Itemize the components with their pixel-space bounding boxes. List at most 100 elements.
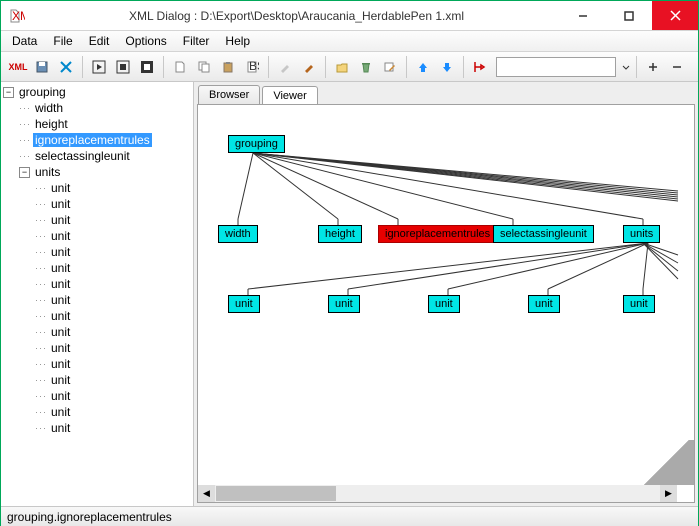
separator (268, 56, 269, 78)
tree-item-label: unit (49, 341, 72, 355)
graph-node[interactable]: unit (328, 295, 360, 313)
tree-branch-icon: ··· (35, 199, 47, 209)
brush-icon[interactable] (298, 56, 320, 78)
plus-icon[interactable] (642, 56, 664, 78)
minimize-button[interactable] (560, 1, 606, 30)
tree-branch-icon: ··· (35, 391, 47, 401)
tree-branch-icon: ··· (19, 151, 31, 161)
scroll-thumb[interactable] (216, 486, 336, 501)
tree-item[interactable]: ···unit (3, 340, 191, 356)
tree-item-label: width (33, 101, 65, 115)
delete-icon[interactable] (55, 56, 77, 78)
collapse-icon[interactable] (136, 56, 158, 78)
tree-item[interactable]: ···unit (3, 276, 191, 292)
menu-filter[interactable]: Filter (176, 32, 217, 50)
menu-bar: Data File Edit Options Filter Help (1, 31, 698, 52)
window-title: XML Dialog : D:\Export\Desktop\Araucania… (33, 9, 560, 23)
tree-item-label: unit (49, 277, 72, 291)
graph-node[interactable]: unit (428, 295, 460, 313)
tree-item[interactable]: ···unit (3, 356, 191, 372)
graph-canvas[interactable]: grouping width height ignoreplacementruless… (197, 104, 695, 503)
tree-item[interactable]: ···unit (3, 244, 191, 260)
window-buttons (560, 1, 698, 30)
search-combo[interactable] (496, 57, 616, 77)
content-area: − grouping ···width···height···ignorepla… (1, 82, 698, 506)
expand-icon[interactable] (112, 56, 134, 78)
tree-branch-icon: ··· (35, 279, 47, 289)
graph-node[interactable]: width (218, 225, 258, 243)
tree-item[interactable]: ···unit (3, 196, 191, 212)
tree-item[interactable]: ···unit (3, 180, 191, 196)
close-button[interactable] (652, 1, 698, 30)
tree-units[interactable]: − units (3, 164, 191, 180)
menu-file[interactable]: File (46, 32, 79, 50)
graph-node[interactable]: unit (623, 295, 655, 313)
copy-icon[interactable] (193, 56, 215, 78)
cursor-jump-icon[interactable] (469, 56, 491, 78)
menu-data[interactable]: Data (5, 32, 44, 50)
tree-item-label: unit (49, 421, 72, 435)
tree-item-label: unit (49, 325, 72, 339)
graph-node[interactable]: units (623, 225, 660, 243)
tree-item-label: selectassingleunit (33, 149, 132, 163)
tree-item[interactable]: ···unit (3, 212, 191, 228)
trash-icon[interactable] (355, 56, 377, 78)
tree-item-label: unit (49, 213, 72, 227)
tab-browser[interactable]: Browser (198, 85, 260, 104)
xml-button[interactable]: XML (7, 56, 29, 78)
play-icon[interactable] (88, 56, 110, 78)
horizontal-scrollbar[interactable]: ◀ ▶ (198, 485, 677, 502)
scroll-right-icon[interactable]: ▶ (660, 485, 677, 502)
arrow-up-icon[interactable] (412, 56, 434, 78)
tree-item[interactable]: ···unit (3, 372, 191, 388)
tree-item[interactable]: ···unit (3, 404, 191, 420)
tree-item[interactable]: ···unit (3, 292, 191, 308)
minus-icon[interactable] (666, 56, 688, 78)
graph-node[interactable]: ignoreplacementrules (378, 225, 497, 243)
tree-item-label: unit (49, 309, 72, 323)
tree-item[interactable]: ···width (3, 100, 191, 116)
separator (163, 56, 164, 78)
tree-root[interactable]: − grouping (3, 84, 191, 100)
brush-dim-icon[interactable] (274, 56, 296, 78)
tree-item[interactable]: ···unit (3, 388, 191, 404)
collapse-minus-icon[interactable]: − (3, 87, 14, 98)
tab-strip: Browser Viewer (194, 82, 698, 104)
folder-icon[interactable] (331, 56, 353, 78)
menu-options[interactable]: Options (118, 32, 173, 50)
paste-icon[interactable] (217, 56, 239, 78)
tree-item[interactable]: ···unit (3, 228, 191, 244)
page-icon[interactable]: BS (241, 56, 263, 78)
tree-branch-icon: ··· (35, 407, 47, 417)
tree-item-label: unit (49, 229, 72, 243)
maximize-button[interactable] (606, 1, 652, 30)
tree-item[interactable]: ···ignoreplacementrules (3, 132, 191, 148)
edit-list-icon[interactable] (379, 56, 401, 78)
graph-node[interactable]: grouping (228, 135, 285, 153)
tree-item[interactable]: ···unit (3, 420, 191, 436)
tree-branch-icon: ··· (35, 247, 47, 257)
tree-item[interactable]: ···selectassingleunit (3, 148, 191, 164)
tree-item-label: unit (49, 389, 72, 403)
tree-item[interactable]: ···unit (3, 324, 191, 340)
graph-node[interactable]: unit (528, 295, 560, 313)
menu-help[interactable]: Help (218, 32, 257, 50)
menu-edit[interactable]: Edit (82, 32, 117, 50)
tree-branch-icon: ··· (35, 263, 47, 273)
graph-node[interactable]: height (318, 225, 362, 243)
graph-node[interactable]: selectassingleunit (493, 225, 594, 243)
collapse-minus-icon[interactable]: − (19, 167, 30, 178)
scroll-left-icon[interactable]: ◀ (198, 485, 215, 502)
tree-item[interactable]: ···unit (3, 308, 191, 324)
tree-item[interactable]: ···height (3, 116, 191, 132)
tree-item[interactable]: ···unit (3, 260, 191, 276)
combo-dropdown-icon[interactable] (621, 58, 631, 76)
tree-panel[interactable]: − grouping ···width···height···ignorepla… (1, 82, 194, 506)
separator (463, 56, 464, 78)
new-doc-icon[interactable] (169, 56, 191, 78)
tab-viewer[interactable]: Viewer (262, 86, 317, 105)
save-icon[interactable] (31, 56, 53, 78)
tree-branch-icon: ··· (19, 103, 31, 113)
arrow-down-icon[interactable] (436, 56, 458, 78)
graph-node[interactable]: unit (228, 295, 260, 313)
